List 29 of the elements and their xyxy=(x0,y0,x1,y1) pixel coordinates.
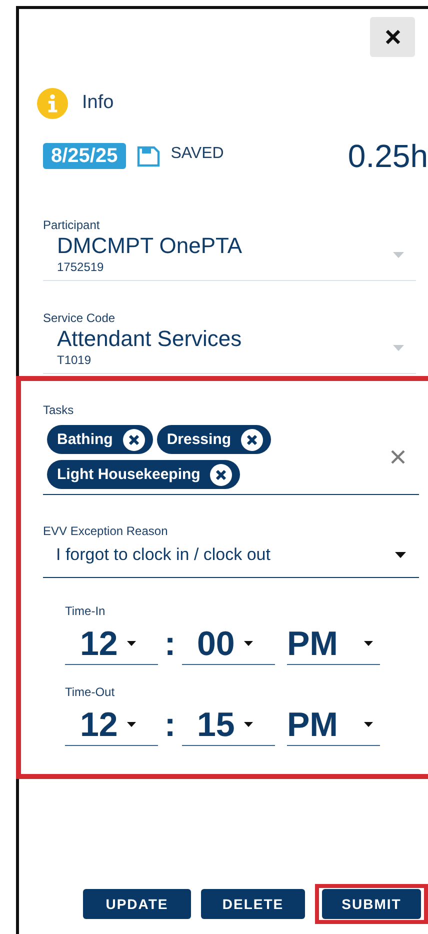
field-subtext: T1019 xyxy=(56,352,92,370)
action-button[interactable]: SUBMIT xyxy=(322,889,421,919)
task-chip[interactable]: Dressing xyxy=(156,425,272,454)
time-label: Time-Out xyxy=(65,684,116,701)
action-button[interactable]: UPDATE xyxy=(83,889,191,919)
task-chip[interactable]: Light Housekeeping xyxy=(47,460,240,490)
field-label: Service Code xyxy=(43,310,116,328)
time-label: Time-In xyxy=(65,602,106,620)
info-title: Info xyxy=(82,91,114,116)
save-status: SAVED xyxy=(170,144,224,164)
field-label: Participant xyxy=(43,217,101,234)
hours-total: 0.25h xyxy=(348,140,428,172)
period-select[interactable]: PM xyxy=(287,624,380,665)
time-separator: : xyxy=(163,708,177,742)
field-value: DMCMPT OnePTA xyxy=(56,234,242,258)
minute-select[interactable]: 00 xyxy=(182,624,275,665)
hour-select[interactable]: 12 xyxy=(65,624,158,665)
action-button[interactable]: DELETE xyxy=(201,889,305,919)
minute-select[interactable]: 15 xyxy=(182,704,275,746)
field-label: Tasks xyxy=(43,402,75,420)
date-badge: 8/25/25 xyxy=(43,143,126,169)
field-subtext: 1752519 xyxy=(56,259,105,276)
hour-select[interactable]: 12 xyxy=(65,704,158,746)
field-value: Attendant Services xyxy=(56,327,242,352)
period-select[interactable]: PM xyxy=(287,704,380,746)
exception-select[interactable]: I forgot to clock in / clock out xyxy=(43,540,419,578)
field-label: EVV Exception Reason xyxy=(43,523,169,540)
time-separator: : xyxy=(163,627,177,662)
task-chip[interactable]: Bathing xyxy=(47,425,153,454)
